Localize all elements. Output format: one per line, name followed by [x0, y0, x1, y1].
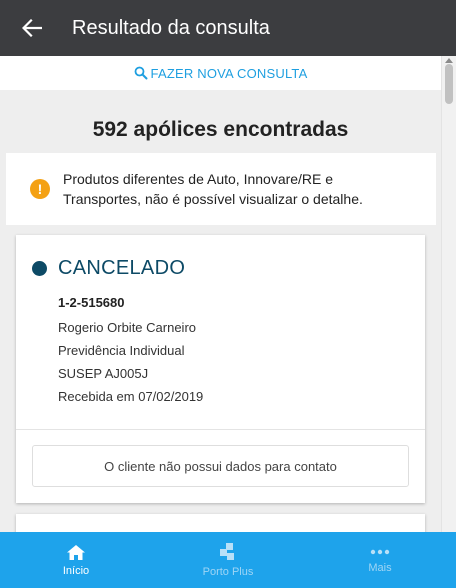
nav-label-porto-plus: Porto Plus	[202, 566, 254, 578]
policy-card[interactable]: CANCELADO 1-2-515680 Rogerio Orbite Carn…	[16, 235, 425, 503]
scrollbar[interactable]	[441, 56, 456, 532]
search-icon	[134, 66, 148, 80]
home-icon	[67, 544, 85, 560]
new-query-button[interactable]: FAZER NOVA CONSULTA	[0, 56, 441, 90]
policy-number: 1-2-515680	[58, 295, 125, 310]
back-button[interactable]	[0, 0, 64, 56]
arrow-left-icon	[22, 19, 42, 37]
policy-card-next[interactable]	[16, 514, 425, 532]
status-label: CANCELADO	[58, 257, 186, 279]
contact-info-box: O cliente não possui dados para contato	[32, 445, 409, 487]
warning-icon: !	[30, 179, 50, 199]
notice-text: Produtos diferentes de Auto, Innovare/RE…	[63, 171, 363, 207]
nav-label-mais: Mais	[368, 562, 392, 574]
policy-holder: Rogerio Orbite Carneiro	[58, 320, 197, 335]
scroll-up-arrow-icon[interactable]	[445, 58, 453, 63]
page-title: Resultado da consulta	[72, 16, 270, 39]
policy-details: 1-2-515680 Rogerio Orbite Carneiro Previ…	[58, 295, 203, 407]
more-dots-icon	[370, 549, 390, 555]
porto-plus-icon	[220, 543, 234, 560]
bottom-navigation: Início Porto Plus Mais	[0, 532, 456, 588]
nav-label-inicio: Início	[62, 564, 90, 577]
nav-item-porto-plus[interactable]: Porto Plus	[152, 532, 304, 588]
app-bar: Resultado da consulta	[0, 0, 456, 56]
results-content: FAZER NOVA CONSULTA 592 apólices encontr…	[0, 56, 441, 532]
status-dot-icon	[32, 261, 47, 276]
policy-product: Previdência Individual	[58, 343, 185, 358]
policy-susep: SUSEP AJ005J	[58, 366, 149, 381]
scrollbar-thumb[interactable]	[445, 64, 453, 104]
nav-item-mais[interactable]: Mais	[304, 532, 456, 588]
card-divider	[16, 429, 425, 430]
new-query-label: FAZER NOVA CONSULTA	[150, 65, 308, 81]
results-count: 592 apólices encontradas	[92, 118, 349, 141]
policy-received-date: Recebida em 07/02/2019	[58, 389, 204, 404]
status-row: CANCELADO	[32, 257, 185, 280]
notice-banner: ! Produtos diferentes de Auto, Innovare/…	[6, 153, 436, 225]
nav-item-inicio[interactable]: Início	[0, 532, 152, 588]
